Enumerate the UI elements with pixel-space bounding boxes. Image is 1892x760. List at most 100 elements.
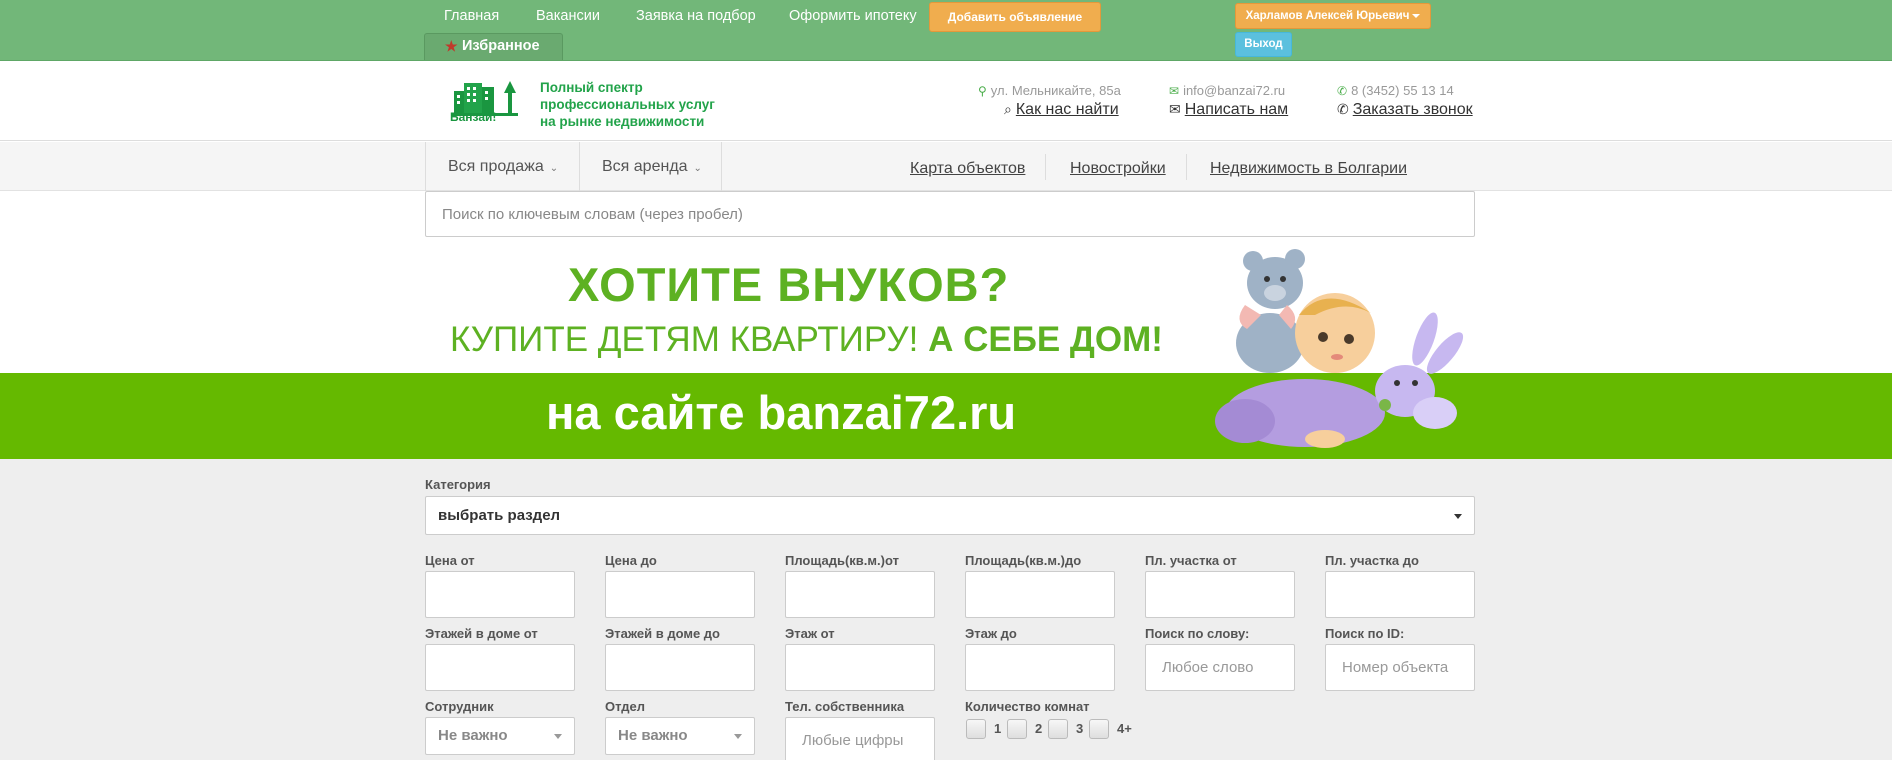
caret-down-icon [554, 734, 562, 739]
category-label: Категория [425, 477, 491, 492]
employee-select[interactable]: Не важно [425, 717, 575, 755]
department-select[interactable]: Не важно [605, 717, 755, 755]
banner-subheadline: КУПИТЕ ДЕТЯМ КВАРТИРУ! А СЕБЕ ДОМ! [450, 320, 1163, 360]
favorites-button[interactable]: ★ Избранное [424, 33, 563, 60]
banner-subheadline-part: КУПИТЕ ДЕТЯМ КВАРТИРУ! [450, 320, 929, 359]
slogan-line: на рынке недвижимости [540, 114, 705, 129]
add-listing-button[interactable]: Добавить объявление [929, 2, 1101, 32]
rooms-3-checkbox[interactable] [1048, 719, 1068, 739]
banner-headline: ХОТИТЕ ВНУКОВ? [568, 258, 1010, 311]
word-search-input[interactable] [1145, 644, 1295, 691]
phone-text: ✆ 8 (3452) 55 13 14 [1337, 83, 1454, 98]
phone-value: 8 (3452) 55 13 14 [1351, 83, 1454, 98]
divider [1186, 154, 1187, 180]
search-filters: Категория выбрать раздел Цена от Цена до… [0, 459, 1892, 760]
plot-to-label: Пл. участка до [1325, 553, 1419, 568]
department-label: Отдел [605, 699, 646, 714]
caret-down-icon [1412, 13, 1421, 18]
floor-from-input[interactable] [785, 644, 935, 691]
baby-with-toys-illustration [1215, 249, 1464, 448]
category-select[interactable]: выбрать раздел [425, 496, 1475, 535]
owner-phone-input[interactable] [785, 717, 935, 760]
nav-request-link[interactable]: Заявка на подбор [636, 8, 756, 24]
map-marker-icon: ⚲ [978, 84, 987, 98]
phone-icon: ✆ [1337, 101, 1349, 117]
find-us-label: Как нас найти [1015, 101, 1119, 118]
promo-banner[interactable]: ХОТИТЕ ВНУКОВ? КУПИТЕ ДЕТЯМ КВАРТИРУ! А … [0, 237, 1892, 459]
price-from-label: Цена от [425, 553, 475, 568]
rooms-label: Количество комнат [965, 699, 1090, 714]
price-to-input[interactable] [605, 571, 755, 618]
user-menu-button[interactable]: Харламов Алексей Юрьевич [1235, 3, 1431, 29]
plot-to-input[interactable] [1325, 571, 1475, 618]
rooms-4plus-label: 4+ [1117, 721, 1132, 736]
new-buildings-link[interactable]: Новостройки [1070, 160, 1166, 178]
bulgaria-link[interactable]: Недвижимость в Болгарии [1210, 160, 1407, 178]
chevron-down-icon: ⌄ [693, 163, 702, 174]
logo-text: Банзай! [450, 110, 497, 124]
logout-button[interactable]: Выход [1235, 32, 1292, 57]
plot-from-input[interactable] [1145, 571, 1295, 618]
address-value: ул. Мельникайте, 85а [990, 83, 1121, 98]
write-us-label: Написать нам [1184, 101, 1289, 118]
secondary-nav: Вся продажа ⌄ Вся аренда ⌄ Карта объектов … [0, 142, 1892, 191]
rooms-2-label: 2 [1035, 721, 1043, 736]
price-from-input[interactable] [425, 571, 575, 618]
area-to-label: Площадь(кв.м.)до [965, 553, 1082, 568]
word-search-label: Поиск по слову: [1145, 626, 1250, 641]
floors-to-input[interactable] [605, 644, 755, 691]
id-search-label: Поиск по ID: [1325, 626, 1405, 641]
write-us-link[interactable]: ✉ Написать нам [1169, 101, 1288, 119]
star-icon: ★ [445, 38, 458, 54]
rent-dropdown[interactable]: Вся аренда ⌄ [579, 142, 722, 191]
email-text: ✉ info@banzai72.ru [1169, 83, 1285, 98]
rooms-1-checkbox[interactable] [966, 719, 986, 739]
floor-to-label: Этаж до [965, 626, 1017, 641]
area-from-input[interactable] [785, 571, 935, 618]
site-header: Банзай! Полный спектр профессиональных у… [0, 61, 1892, 141]
rent-label: Вся аренда [602, 158, 688, 175]
divider [1045, 154, 1046, 180]
id-search-input[interactable] [1325, 644, 1475, 691]
plot-from-label: Пл. участка от [1145, 553, 1237, 568]
nav-vacancies-link[interactable]: Вакансии [536, 8, 600, 24]
floors-to-label: Этажей в доме до [605, 626, 721, 641]
favorites-label: Избранное [462, 38, 540, 54]
rooms-2-checkbox[interactable] [1007, 719, 1027, 739]
top-navbar: Главная Вакансии Заявка на подбор Оформи… [0, 0, 1892, 61]
keyword-search-input[interactable] [425, 191, 1475, 237]
employee-value: Не важно [438, 727, 508, 744]
search-icon: ⌕ [1004, 101, 1012, 117]
user-name: Харламов Алексей Юрьевич [1245, 10, 1410, 22]
nav-mortgage-link[interactable]: Оформить ипотеку [789, 8, 917, 24]
category-value: выбрать раздел [438, 507, 561, 524]
area-to-input[interactable] [965, 571, 1115, 618]
call-order-label: Заказать звонок [1352, 101, 1473, 118]
floor-to-input[interactable] [965, 644, 1115, 691]
department-value: Не важно [618, 727, 688, 744]
email-value: info@banzai72.ru [1183, 83, 1286, 98]
objects-map-link[interactable]: Карта объектов [910, 160, 1025, 178]
rooms-3-label: 3 [1076, 721, 1084, 736]
envelope-icon: ✉ [1169, 101, 1181, 117]
rooms-4plus-checkbox[interactable] [1089, 719, 1109, 739]
find-us-link[interactable]: ⌕ Как нас найти [1004, 101, 1119, 119]
nav-home-link[interactable]: Главная [444, 8, 499, 24]
caret-down-icon [734, 734, 742, 739]
call-order-link[interactable]: ✆ Заказать звонок [1337, 101, 1473, 119]
slogan: Полный спектр профессиональных услуг на … [540, 79, 715, 130]
sale-dropdown[interactable]: Вся продажа ⌄ [425, 142, 579, 191]
floors-from-label: Этажей в доме от [425, 626, 538, 641]
floor-from-label: Этаж от [785, 626, 835, 641]
area-from-label: Площадь(кв.м.)от [785, 553, 899, 568]
price-to-label: Цена до [605, 553, 657, 568]
slogan-line: Полный спектр [540, 80, 643, 95]
banner-subheadline-bold: А СЕБЕ ДОМ! [928, 320, 1163, 359]
floors-from-input[interactable] [425, 644, 575, 691]
owner-phone-label: Тел. собственника [785, 699, 905, 714]
phone-icon: ✆ [1337, 84, 1348, 98]
rooms-1-label: 1 [994, 721, 1002, 736]
sale-label: Вся продажа [448, 158, 544, 175]
slogan-line: профессиональных услуг [540, 97, 715, 112]
chevron-down-icon: ⌄ [549, 163, 559, 174]
